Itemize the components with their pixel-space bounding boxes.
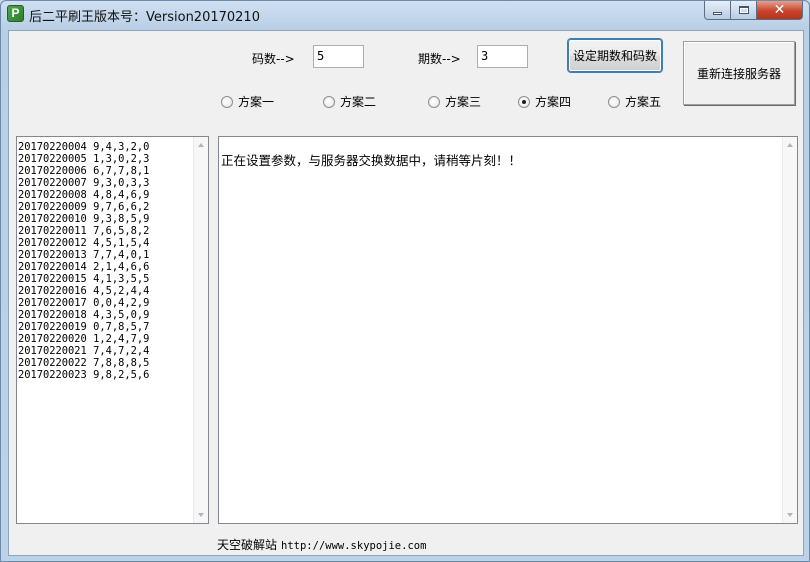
set-period-code-button[interactable]: 设定期数和码数 (568, 39, 662, 72)
history-row[interactable]: 20170220006 6,7,7,8,1 (18, 165, 149, 177)
radio-indicator (428, 95, 440, 108)
footer-credit: 天空破解站 http://www.skypojie.com (217, 536, 426, 553)
scheme-3-label: 方案三 (445, 95, 482, 109)
scroll-up-arrow-icon[interactable] (198, 143, 204, 147)
scheme-2-radio[interactable]: 方案二 (323, 93, 376, 110)
history-row[interactable]: 20170220011 7,6,5,8,2 (18, 225, 149, 237)
history-list-items: 20170220004 9,4,3,2,0 20170220005 1,3,0,2… (18, 141, 149, 381)
footer-site-name: 天空破解站 (217, 538, 278, 552)
reconnect-server-button[interactable]: 重新连接服务器 (683, 41, 795, 105)
app-icon: P (7, 5, 24, 22)
title-bar[interactable]: P 后二平刷王版本号：Version20170210 ✕ (1, 1, 809, 27)
history-row[interactable]: 20170220008 4,8,4,6,9 (18, 189, 149, 201)
history-row[interactable]: 20170220004 9,4,3,2,0 (18, 141, 149, 153)
history-row[interactable]: 20170220005 1,3,0,2,3 (18, 153, 149, 165)
scheme-5-label: 方案五 (625, 95, 662, 109)
history-row[interactable]: 20170220013 7,7,4,0,1 (18, 249, 149, 261)
scheme-3-radio[interactable]: 方案三 (428, 93, 481, 110)
scheme-1-radio[interactable]: 方案一 (221, 93, 274, 110)
scroll-up-arrow-icon[interactable] (787, 143, 793, 147)
history-row[interactable]: 20170220010 9,3,8,5,9 (18, 213, 149, 225)
caption-buttons: ✕ (704, 1, 803, 20)
history-row[interactable]: 20170220014 2,1,4,6,6 (18, 261, 149, 273)
scroll-down-arrow-icon[interactable] (787, 513, 793, 517)
minimize-button[interactable] (704, 1, 731, 20)
history-list[interactable]: 20170220004 9,4,3,2,0 20170220005 1,3,0,2… (16, 136, 209, 524)
close-button[interactable]: ✕ (757, 1, 803, 20)
history-row[interactable]: 20170220023 9,8,2,5,6 (18, 369, 149, 381)
history-row[interactable]: 20170220018 4,3,5,0,9 (18, 309, 149, 321)
scheme-2-label: 方案二 (340, 95, 377, 109)
history-row[interactable]: 20170220019 0,7,8,5,7 (18, 321, 149, 333)
footer-url: http://www.skypojie.com (281, 540, 427, 552)
code-count-label: 码数--> (252, 52, 295, 66)
radio-indicator (323, 95, 335, 108)
close-icon: ✕ (773, 2, 786, 18)
history-row[interactable]: 20170220017 0,0,4,2,9 (18, 297, 149, 309)
history-row[interactable]: 20170220021 7,4,7,2,4 (18, 345, 149, 357)
maximize-icon (738, 6, 749, 14)
radio-indicator (608, 95, 620, 108)
history-row[interactable]: 20170220015 4,1,3,5,5 (18, 273, 149, 285)
period-count-label: 期数--> (418, 52, 461, 66)
history-scrollbar[interactable] (193, 137, 208, 523)
main-window: P 后二平刷王版本号：Version20170210 ✕ 码数--> 5 期数-… (0, 0, 810, 562)
history-row[interactable]: 20170220009 9,7,6,6,2 (18, 201, 149, 213)
history-row[interactable]: 20170220022 7,8,8,8,5 (18, 357, 149, 369)
scheme-4-label: 方案四 (535, 95, 572, 109)
history-row[interactable]: 20170220007 9,3,0,3,3 (18, 177, 149, 189)
output-scrollbar[interactable] (782, 137, 797, 523)
period-count-input[interactable]: 3 (477, 45, 528, 68)
history-row[interactable]: 20170220020 1,2,4,7,9 (18, 333, 149, 345)
scheme-5-radio[interactable]: 方案五 (608, 93, 661, 110)
code-count-input[interactable]: 5 (313, 45, 364, 68)
scheme-4-radio[interactable]: 方案四 (518, 93, 571, 110)
scheme-1-label: 方案一 (238, 95, 275, 109)
maximize-button[interactable] (731, 1, 757, 20)
status-message: 正在设置参数，与服务器交换数据中，请稍等片刻！！ (221, 153, 522, 168)
client-area: 码数--> 5 期数--> 3 设定期数和码数 重新连接服务器 方案一 方案二 … (8, 30, 804, 556)
window-title: 后二平刷王版本号：Version20170210 (29, 10, 260, 25)
history-row[interactable]: 20170220012 4,5,1,5,4 (18, 237, 149, 249)
output-textarea[interactable]: 正在设置参数，与服务器交换数据中，请稍等片刻！！ (218, 136, 798, 524)
minimize-icon (713, 11, 722, 15)
scroll-down-arrow-icon[interactable] (198, 513, 204, 517)
radio-indicator-selected (518, 95, 530, 108)
history-row[interactable]: 20170220016 4,5,2,4,4 (18, 285, 149, 297)
radio-indicator (221, 95, 233, 108)
